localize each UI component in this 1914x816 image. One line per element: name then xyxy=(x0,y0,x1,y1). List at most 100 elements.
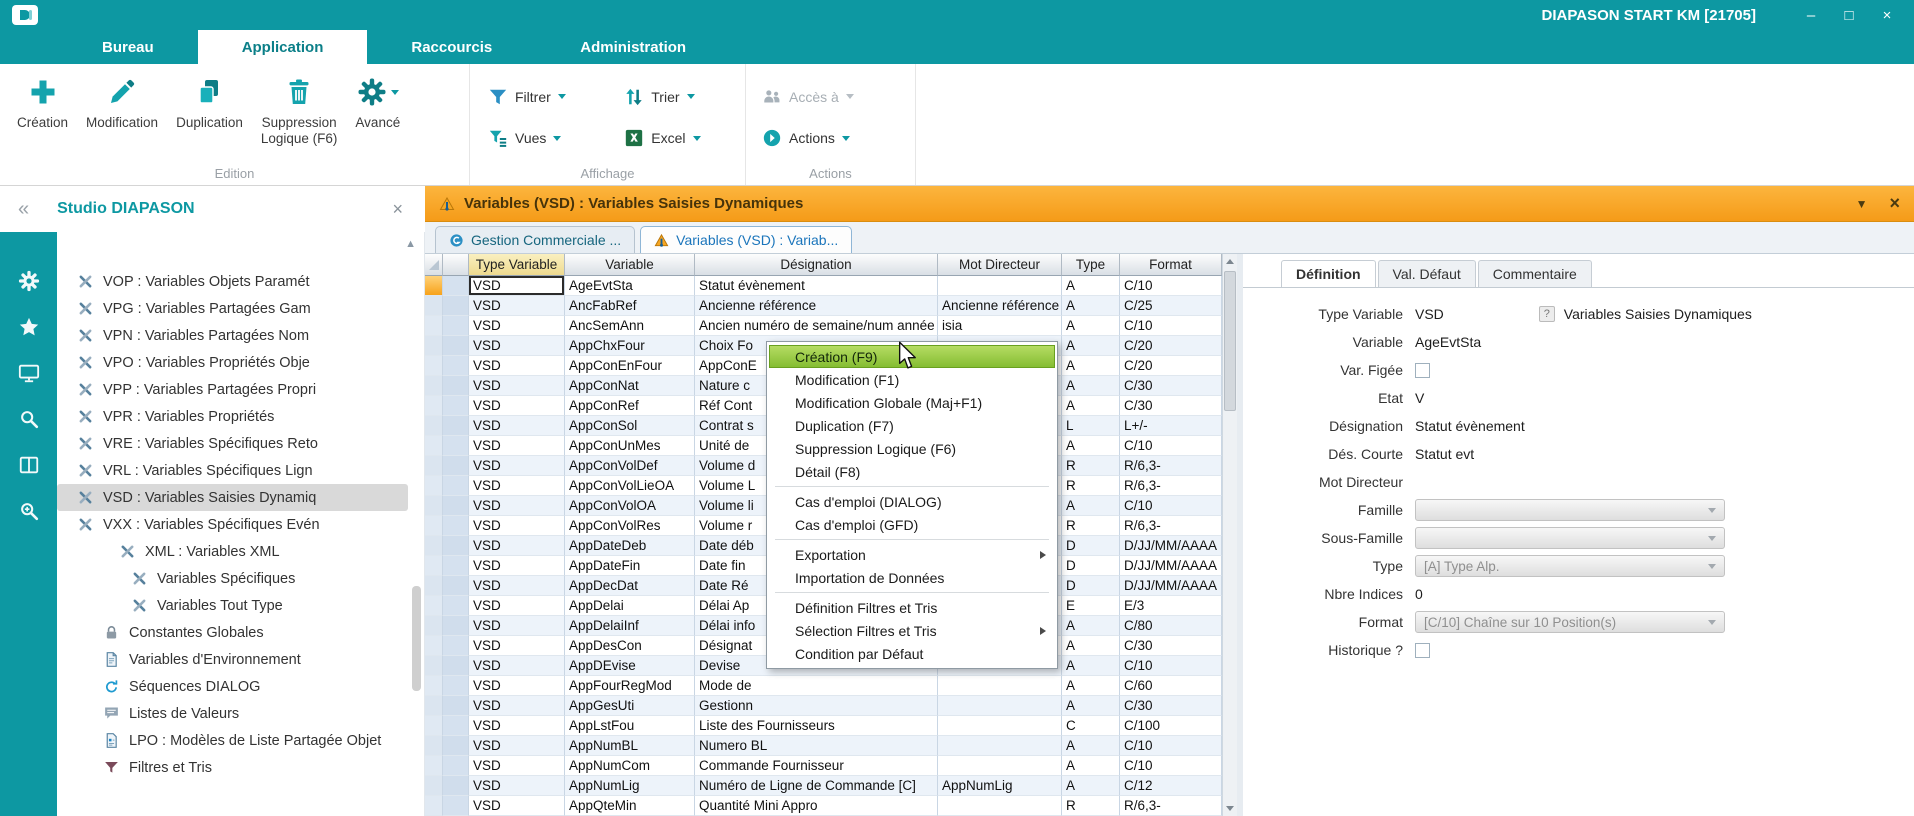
cell-type-variable[interactable]: VSD xyxy=(469,596,565,616)
row-gutter-cell[interactable] xyxy=(443,676,469,696)
cell-mot-directeur[interactable]: isia xyxy=(938,316,1062,336)
column-header[interactable]: Type xyxy=(1062,254,1120,276)
row-indicator-cell[interactable] xyxy=(425,636,443,656)
row-gutter-cell[interactable] xyxy=(443,276,469,296)
star-icon[interactable] xyxy=(18,316,40,338)
context-menu-item[interactable]: Duplication (F7) xyxy=(769,414,1055,437)
row-gutter-cell[interactable] xyxy=(443,356,469,376)
cell-format[interactable]: C/12 xyxy=(1120,776,1222,796)
cell-format[interactable]: C/30 xyxy=(1120,396,1222,416)
context-menu-item[interactable]: Sélection Filtres et Tris xyxy=(769,619,1055,642)
cell-variable[interactable]: AncFabRef xyxy=(565,296,695,316)
cell-type[interactable]: R xyxy=(1062,796,1120,816)
row-gutter-cell[interactable] xyxy=(443,316,469,336)
row-gutter-cell[interactable] xyxy=(443,696,469,716)
cell-format[interactable]: D/JJ/MM/AAAA xyxy=(1120,556,1222,576)
context-menu-item[interactable]: Importation de Données xyxy=(769,566,1055,589)
cell-type[interactable]: D xyxy=(1062,576,1120,596)
cell-format[interactable]: D/JJ/MM/AAAA xyxy=(1120,576,1222,596)
cell-format[interactable]: E/3 xyxy=(1120,596,1222,616)
cell-variable[interactable]: AppDateFin xyxy=(565,556,695,576)
row-indicator-cell[interactable] xyxy=(425,796,443,816)
table-row[interactable]: VSD AncSemAnn Ancien numéro de semaine/n… xyxy=(425,316,1237,336)
cell-type-variable[interactable]: VSD xyxy=(469,436,565,456)
row-indicator-cell[interactable] xyxy=(425,676,443,696)
cell-variable[interactable]: AppGesUti xyxy=(565,696,695,716)
zoom-plus-icon[interactable] xyxy=(18,500,40,522)
cell-type[interactable]: R xyxy=(1062,456,1120,476)
row-gutter-cell[interactable] xyxy=(443,536,469,556)
row-gutter-cell[interactable] xyxy=(443,516,469,536)
cell-mot-directeur[interactable]: AppNumLig xyxy=(938,776,1062,796)
minimize-button[interactable]: – xyxy=(1802,7,1820,24)
cell-variable[interactable]: AppLstFou xyxy=(565,716,695,736)
cell-type-variable[interactable]: VSD xyxy=(469,456,565,476)
cell-type[interactable]: A xyxy=(1062,296,1120,316)
table-row[interactable]: VSD AppQteMin Quantité Mini Appro R R/6,… xyxy=(425,796,1237,816)
ribbon-button[interactable]: Trier xyxy=(624,76,735,118)
row-gutter-cell[interactable] xyxy=(443,736,469,756)
row-indicator-cell[interactable] xyxy=(425,396,443,416)
cell-variable[interactable]: AppQteMin xyxy=(565,796,695,816)
row-gutter-cell[interactable] xyxy=(443,396,469,416)
ribbon-button[interactable]: Accès à xyxy=(762,76,905,118)
row-indicator-cell[interactable] xyxy=(425,696,443,716)
cell-type[interactable]: D xyxy=(1062,556,1120,576)
tree-item[interactable]: VPG : Variables Partagées Gam xyxy=(57,295,408,322)
row-gutter-cell[interactable] xyxy=(443,796,469,816)
cell-type-variable[interactable]: VSD xyxy=(469,336,565,356)
table-scrollbar[interactable] xyxy=(1222,254,1237,816)
tree-item[interactable]: Constantes Globales xyxy=(57,619,408,646)
tree-item[interactable]: VRL : Variables Spécifiques Lign xyxy=(57,457,408,484)
tree-scrollbar-thumb[interactable] xyxy=(412,586,421,691)
ribbon-button[interactable]: Création xyxy=(12,74,73,131)
row-gutter-cell[interactable] xyxy=(443,616,469,636)
cell-format[interactable]: D/JJ/MM/AAAA xyxy=(1120,536,1222,556)
app-logo-icon[interactable] xyxy=(12,5,38,25)
ribbon-button[interactable]: Modification xyxy=(81,74,163,131)
context-menu-item[interactable]: Cas d'emploi (DIALOG) xyxy=(769,490,1055,513)
cell-designation[interactable]: Mode de xyxy=(695,676,938,696)
cell-format[interactable]: C/10 xyxy=(1120,276,1222,296)
cell-type[interactable]: A xyxy=(1062,756,1120,776)
table-row[interactable]: VSD AppNumCom Commande Fournisseur A C/1… xyxy=(425,756,1237,776)
cell-type[interactable]: A xyxy=(1062,376,1120,396)
cell-format[interactable]: C/10 xyxy=(1120,756,1222,776)
cell-variable[interactable]: AppChxFour xyxy=(565,336,695,356)
table-row[interactable]: VSD AppNumBL Numero BL A C/10 xyxy=(425,736,1237,756)
cell-variable[interactable]: AppNumBL xyxy=(565,736,695,756)
row-indicator-cell[interactable] xyxy=(425,476,443,496)
cell-type-variable[interactable]: VSD xyxy=(469,676,565,696)
cell-format[interactable]: C/10 xyxy=(1120,316,1222,336)
cell-type-variable[interactable]: VSD xyxy=(469,616,565,636)
cell-variable[interactable]: AppNumCom xyxy=(565,756,695,776)
cell-type[interactable]: A xyxy=(1062,636,1120,656)
tree-item[interactable]: XML : Variables XML xyxy=(57,538,408,565)
tree-item[interactable]: VPP : Variables Partagées Propri xyxy=(57,376,408,403)
cell-format[interactable]: C/10 xyxy=(1120,436,1222,456)
ribbon-button[interactable]: Suppression Logique (F6) xyxy=(256,74,343,147)
menu-tab[interactable]: Raccourcis xyxy=(367,30,536,64)
cell-designation[interactable]: Gestionn xyxy=(695,696,938,716)
cell-type-variable[interactable]: VSD xyxy=(469,416,565,436)
table-row[interactable]: VSD AppFourRegMod Mode de A C/60 xyxy=(425,676,1237,696)
cell-type-variable[interactable]: VSD xyxy=(469,576,565,596)
cell-format[interactable]: C/30 xyxy=(1120,636,1222,656)
cell-type-variable[interactable]: VSD xyxy=(469,736,565,756)
cell-type-variable[interactable]: VSD xyxy=(469,796,565,816)
table-row[interactable]: VSD AgeEvtSta Statut évènement A C/10 xyxy=(425,276,1237,296)
ribbon-button[interactable]: Duplication xyxy=(171,74,248,131)
cell-designation[interactable]: Ancien numéro de semaine/num année xyxy=(695,316,938,336)
monitor-icon[interactable] xyxy=(18,362,40,384)
columns-icon[interactable] xyxy=(18,454,40,476)
ribbon-button[interactable]: Avancé xyxy=(350,74,405,131)
cell-variable[interactable]: AppNumLig xyxy=(565,776,695,796)
sidebar-close-button[interactable]: × xyxy=(392,199,403,220)
cell-mot-directeur[interactable] xyxy=(938,716,1062,736)
cell-type[interactable]: A xyxy=(1062,356,1120,376)
cell-type-variable[interactable]: VSD xyxy=(469,636,565,656)
cell-type[interactable]: A xyxy=(1062,616,1120,636)
cell-variable[interactable]: AppConVolLieOA xyxy=(565,476,695,496)
tree-item[interactable]: Séquences DIALOG xyxy=(57,673,408,700)
gear-rail-icon[interactable] xyxy=(18,270,40,292)
